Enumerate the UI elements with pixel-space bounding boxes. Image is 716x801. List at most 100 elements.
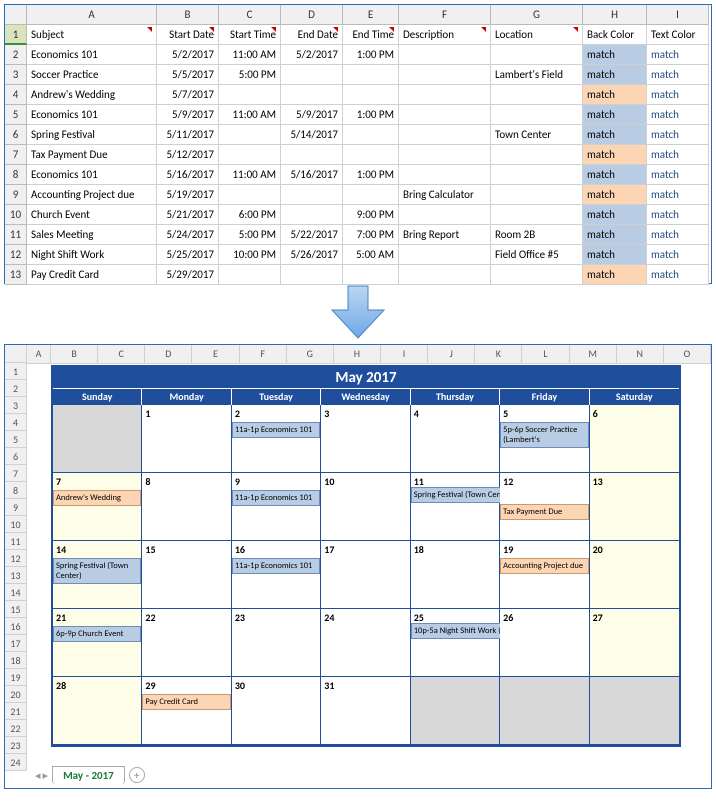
data-cell[interactable]: Spring Festival	[27, 125, 157, 145]
data-cell[interactable]	[399, 85, 491, 105]
calendar-cell[interactable]: 12Tax Payment Due	[500, 473, 589, 541]
data-cell[interactable]: match	[583, 245, 647, 265]
data-cell[interactable]: 5/16/2017	[157, 165, 219, 185]
row-header-4[interactable]: 4	[5, 85, 27, 105]
col-header-B[interactable]: B	[51, 345, 98, 364]
data-cell[interactable]	[219, 85, 281, 105]
data-cell[interactable]: 5/7/2017	[157, 85, 219, 105]
calendar-event[interactable]: Spring Festival (Town Center)	[53, 558, 141, 584]
data-cell[interactable]: match	[583, 145, 647, 165]
row-header-18[interactable]: 18	[5, 652, 27, 669]
calendar-cell[interactable]: 17	[321, 541, 410, 609]
data-cell[interactable]: match	[647, 165, 709, 185]
calendar-cell[interactable]: 31	[321, 677, 410, 745]
calendar-cell[interactable]: 13	[590, 473, 679, 541]
header-cell[interactable]: Subject	[27, 25, 157, 45]
data-cell[interactable]: 5:00 AM	[343, 245, 399, 265]
data-cell[interactable]	[343, 145, 399, 165]
data-cell[interactable]: match	[647, 185, 709, 205]
row-header-6[interactable]: 6	[5, 448, 27, 465]
data-cell[interactable]: Tax Payment Due	[27, 145, 157, 165]
data-cell[interactable]: 5/14/2017	[281, 125, 343, 145]
calendar-cell[interactable]	[590, 677, 679, 745]
data-cell[interactable]: 6:00 PM	[219, 205, 281, 225]
header-cell[interactable]: Description	[399, 25, 491, 45]
col-header-E[interactable]: E	[343, 5, 399, 25]
data-cell[interactable]: Soccer Practice	[27, 65, 157, 85]
col-header-G[interactable]: G	[491, 5, 583, 25]
data-cell[interactable]: 10:00 PM	[219, 245, 281, 265]
col-header-D[interactable]: D	[145, 345, 192, 364]
data-cell[interactable]: match	[583, 165, 647, 185]
calendar-cell[interactable]: 19Accounting Project due	[500, 541, 589, 609]
data-cell[interactable]	[491, 145, 583, 165]
data-cell[interactable]	[343, 65, 399, 85]
calendar-event[interactable]: 11a-1p Economics 101	[232, 422, 320, 438]
data-cell[interactable]	[399, 165, 491, 185]
header-cell[interactable]: End Time	[343, 25, 399, 45]
col-header-E[interactable]: E	[192, 345, 239, 364]
tab-prev-icon[interactable]: ◂	[35, 769, 41, 782]
row-header-13[interactable]: 13	[5, 265, 27, 285]
row-header-3[interactable]: 3	[5, 65, 27, 85]
data-cell[interactable]: match	[583, 105, 647, 125]
data-cell[interactable]: match	[647, 205, 709, 225]
data-cell[interactable]	[399, 145, 491, 165]
calendar-cell[interactable]: 2510p-5a Night Shift Work (Field Office …	[411, 609, 500, 677]
select-all[interactable]	[5, 5, 27, 25]
data-cell[interactable]: 5/25/2017	[157, 245, 219, 265]
data-cell[interactable]: 5/19/2017	[157, 185, 219, 205]
col-header-I[interactable]: I	[647, 5, 709, 25]
data-cell[interactable]: 11:00 AM	[219, 165, 281, 185]
calendar-cell[interactable]: 6	[590, 405, 679, 473]
col-header-O[interactable]: O	[664, 345, 711, 364]
row-header-10[interactable]: 10	[5, 516, 27, 533]
calendar-cell[interactable]	[500, 677, 589, 745]
sheet-tab-active[interactable]: May - 2017	[52, 766, 125, 784]
data-cell[interactable]: match	[583, 265, 647, 285]
data-cell[interactable]: match	[583, 185, 647, 205]
col-header-C[interactable]: C	[98, 345, 145, 364]
calendar-cell[interactable]: 11Spring Festival (Town Center)	[411, 473, 500, 541]
data-cell[interactable]: match	[647, 65, 709, 85]
data-cell[interactable]: match	[583, 205, 647, 225]
data-cell[interactable]	[281, 205, 343, 225]
data-cell[interactable]: Field Office #5	[491, 245, 583, 265]
row-header-1[interactable]: 1	[5, 25, 27, 45]
calendar-cell[interactable]: 22	[142, 609, 231, 677]
calendar-cell[interactable]	[411, 677, 500, 745]
row-header-10[interactable]: 10	[5, 205, 27, 225]
row-header-12[interactable]: 12	[5, 245, 27, 265]
row-header-23[interactable]: 23	[5, 737, 27, 754]
row-header-22[interactable]: 22	[5, 720, 27, 737]
row-header-2[interactable]: 2	[5, 380, 27, 397]
row-header-14[interactable]: 14	[5, 584, 27, 601]
calendar-cell[interactable]: 23	[232, 609, 321, 677]
col-header-N[interactable]: N	[617, 345, 664, 364]
calendar-cell[interactable]: 15	[142, 541, 231, 609]
calendar-cell[interactable]: 27	[590, 609, 679, 677]
calendar-cell[interactable]: 20	[590, 541, 679, 609]
data-cell[interactable]: 11:00 AM	[219, 105, 281, 125]
calendar-event[interactable]: 11a-1p Economics 101	[232, 490, 320, 506]
data-cell[interactable]: Economics 101	[27, 45, 157, 65]
calendar-cell[interactable]: 8	[142, 473, 231, 541]
row-header-8[interactable]: 8	[5, 165, 27, 185]
col-header-C[interactable]: C	[219, 5, 281, 25]
data-cell[interactable]: 5/11/2017	[157, 125, 219, 145]
data-cell[interactable]	[399, 65, 491, 85]
row-header-13[interactable]: 13	[5, 567, 27, 584]
data-cell[interactable]: Bring Report	[399, 225, 491, 245]
header-cell[interactable]: Start Time	[219, 25, 281, 45]
data-cell[interactable]: Accounting Project due	[27, 185, 157, 205]
data-cell[interactable]	[491, 185, 583, 205]
col-header-M[interactable]: M	[570, 345, 617, 364]
data-cell[interactable]	[491, 205, 583, 225]
col-header-L[interactable]: L	[522, 345, 569, 364]
data-cell[interactable]: 7:00 PM	[343, 225, 399, 245]
col-header-K[interactable]: K	[475, 345, 522, 364]
calendar-cell[interactable]: 10	[321, 473, 410, 541]
col-header-J[interactable]: J	[428, 345, 475, 364]
data-cell[interactable]	[219, 145, 281, 165]
row-header-21[interactable]: 21	[5, 703, 27, 720]
